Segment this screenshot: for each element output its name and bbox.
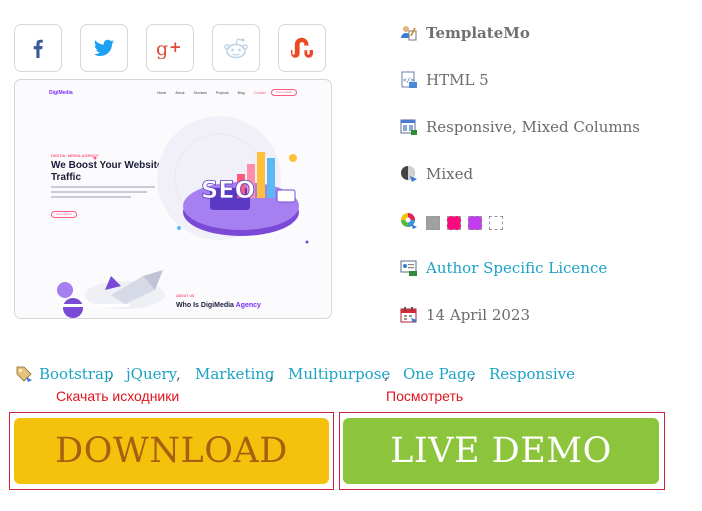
release-date: 14 April 2023 (426, 306, 530, 324)
preview-about-subheading: ABOUT US (176, 294, 195, 298)
color-swatch (489, 216, 503, 230)
google-plus-share-button[interactable]: g + (146, 24, 194, 72)
palette-icon (401, 213, 417, 229)
license-icon (400, 260, 417, 276)
color-swatch (468, 216, 482, 230)
download-button[interactable]: DOWNLOAD (14, 418, 329, 484)
tag-link[interactable]: One Page (403, 365, 475, 383)
download-note: Скачать исходники (56, 388, 180, 404)
svg-text:+: + (169, 38, 182, 56)
license-link[interactable]: Author Specific Licence (426, 259, 607, 277)
reddit-icon (224, 38, 248, 59)
style-icon (401, 166, 417, 182)
facebook-share-button[interactable] (14, 24, 62, 72)
html-version: HTML 5 (426, 71, 489, 89)
template-preview-image[interactable]: DigiMedia Home About Services Projects B… (14, 79, 332, 319)
preview-about-heading-accent: Agency (235, 302, 261, 309)
tag-separator: , (269, 365, 274, 383)
stumbleupon-share-button[interactable] (278, 24, 326, 72)
rocket-illustration (57, 270, 165, 318)
html-file-icon: </> (401, 71, 417, 88)
seo-badge-text: SEO (201, 176, 255, 204)
tags-icon (16, 366, 32, 382)
reddit-share-button[interactable] (212, 24, 260, 72)
tag-link[interactable]: Marketing (195, 365, 275, 383)
facebook-icon (33, 39, 43, 58)
tag-link[interactable]: Multipurpose (288, 365, 390, 383)
author-name: TemplateMo (426, 24, 530, 42)
demo-note: Посмотреть (386, 388, 464, 404)
color-swatch (426, 216, 440, 230)
google-plus-icon: g + (156, 38, 182, 59)
layout-icon (400, 119, 417, 135)
tag-link[interactable]: Bootstrap (39, 365, 114, 383)
stumbleupon-icon (291, 37, 313, 58)
tag-separator: , (470, 365, 475, 383)
tag-separator: , (384, 365, 389, 383)
tag-link[interactable]: jQuery (126, 365, 177, 383)
twitter-share-button[interactable] (80, 24, 128, 72)
live-demo-button[interactable]: LIVE DEMO (343, 418, 659, 484)
seo-illustration: SEO (57, 116, 309, 318)
preview-about-heading: Who Is DigiMedia Agency (176, 302, 261, 309)
tag-separator: , (108, 365, 113, 383)
calendar-icon (400, 307, 417, 323)
tag-link[interactable]: Responsive (489, 365, 575, 383)
author-icon (401, 26, 417, 41)
twitter-icon (94, 39, 114, 56)
style-type: Mixed (426, 165, 474, 183)
color-swatch (447, 216, 461, 230)
svg-text:g: g (156, 38, 168, 59)
preview-about-heading-text: Who Is DigiMedia (176, 302, 236, 309)
tag-separator: , (176, 365, 181, 383)
layout-type: Responsive, Mixed Columns (426, 118, 640, 136)
